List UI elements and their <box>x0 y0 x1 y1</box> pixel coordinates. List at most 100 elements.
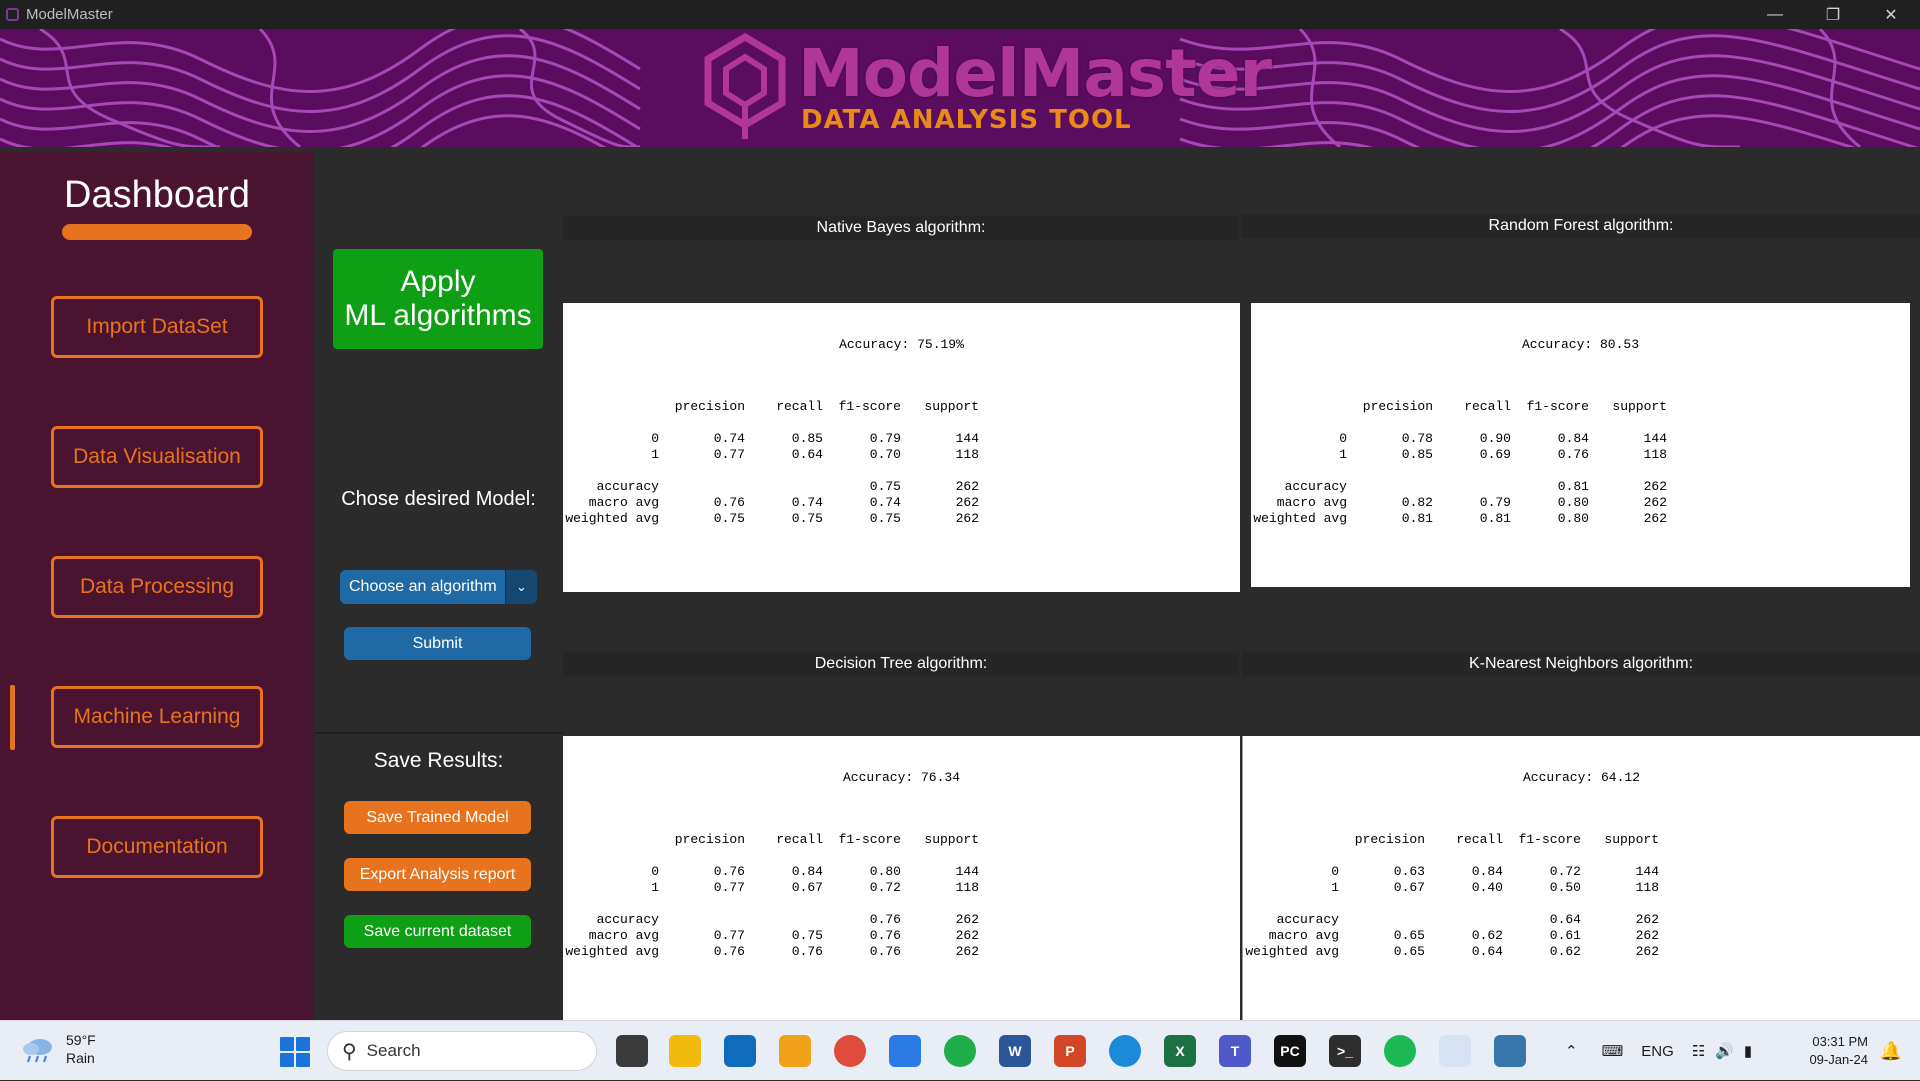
sidebar-title-underline <box>62 224 252 240</box>
python-app-icon[interactable] <box>1439 1035 1471 1067</box>
table-cell: macro avg <box>1268 927 1339 943</box>
whatsapp-icon[interactable] <box>944 1035 976 1067</box>
pycharm-icon[interactable]: PC <box>1274 1035 1306 1067</box>
close-button[interactable]: ✕ <box>1862 0 1920 29</box>
table-cell: recall <box>776 831 823 847</box>
table-cell: 0.75 <box>869 478 901 494</box>
table-cell: 0.64 <box>791 446 823 462</box>
table-cell: 0 <box>1331 863 1339 879</box>
table-row: macro avg 0.65 0.62 0.61 262 <box>1245 927 1659 943</box>
table-cell: macro avg <box>1276 494 1347 510</box>
excel-icon[interactable]: X <box>1164 1035 1196 1067</box>
apply-label-line2: ML algorithms <box>344 299 532 332</box>
sidebar-item-machine-learning[interactable]: Machine Learning <box>51 686 263 748</box>
windows-start-icon[interactable] <box>280 1037 310 1067</box>
table-cell: 0.82 <box>1401 494 1433 510</box>
taskbar-search[interactable]: ⚲ Search <box>327 1031 597 1071</box>
table-header-row: precision recall f1-score support <box>565 831 979 847</box>
table-cell: accuracy <box>1284 478 1347 494</box>
notepad-icon[interactable] <box>889 1035 921 1067</box>
notification-bell-icon[interactable]: 🔔 <box>1880 1041 1902 1062</box>
sidebar-item-data-processing[interactable]: Data Processing <box>51 556 263 618</box>
table-cell: accuracy <box>1276 911 1339 927</box>
maximize-button[interactable]: ❐ <box>1804 0 1862 29</box>
table-cell <box>659 478 745 494</box>
sidebar-item-data-visualisation[interactable]: Data Visualisation <box>51 426 263 488</box>
report-accuracy: Accuracy: 76.34 <box>842 770 961 785</box>
microsoft-store-icon[interactable] <box>724 1035 756 1067</box>
table-row: macro avg 0.82 0.79 0.80 262 <box>1253 494 1667 510</box>
export-analysis-report-button[interactable]: Export Analysis report <box>344 858 531 891</box>
header-banner: ModelMaster DATA ANALYSIS TOOL <box>0 29 1920 147</box>
spotify-icon[interactable] <box>1384 1035 1416 1067</box>
chevron-up-icon[interactable]: ⌃ <box>1565 1042 1578 1060</box>
active-nav-indicator <box>10 685 15 750</box>
table-cell: 0.72 <box>869 879 901 895</box>
file-explorer-icon[interactable] <box>669 1035 701 1067</box>
table-cell: 0 <box>1339 430 1347 446</box>
minimize-button[interactable]: — <box>1746 0 1804 29</box>
table-cell: 0.64 <box>1549 911 1581 927</box>
python-icon[interactable] <box>1494 1035 1526 1067</box>
teams-icon[interactable]: T <box>1219 1035 1251 1067</box>
table-header-row: precision recall f1-score support <box>1253 398 1667 414</box>
battery-icon[interactable]: ▮ <box>1744 1042 1752 1060</box>
table-row: 1 0.67 0.40 0.50 118 <box>1245 879 1659 895</box>
volume-icon[interactable]: 🔊 <box>1715 1042 1734 1060</box>
table-cell: weighted avg <box>1253 510 1347 526</box>
brand-title: ModelMaster <box>798 35 1272 112</box>
clock-time: 03:31 PM <box>1812 1034 1868 1049</box>
table-cell <box>565 398 659 414</box>
app-icon <box>6 8 19 21</box>
table-cell: 0.80 <box>1557 494 1589 510</box>
table-cell: 0.67 <box>1393 879 1425 895</box>
wifi-icon[interactable]: ☷ <box>1692 1042 1705 1060</box>
language-indicator[interactable]: ENG <box>1641 1043 1674 1060</box>
keyboard-icon[interactable]: ⌨ <box>1602 1042 1624 1060</box>
weather-widget[interactable]: 59°F Rain <box>20 1031 96 1067</box>
terminal-icon[interactable]: >_ <box>1329 1035 1361 1067</box>
table-cell <box>659 911 745 927</box>
submit-button[interactable]: Submit <box>344 627 531 660</box>
table-cell: precision <box>1354 831 1425 847</box>
table-cell: 0.76 <box>713 494 745 510</box>
sidebar-item-documentation[interactable]: Documentation <box>51 816 263 878</box>
table-cell: f1-score <box>1526 398 1589 414</box>
chrome-icon[interactable] <box>834 1035 866 1067</box>
table-cell: 262 <box>1635 927 1659 943</box>
sidebar-item-import-dataset[interactable]: Import DataSet <box>51 296 263 358</box>
apply-label-line1: Apply <box>400 265 476 298</box>
edge-icon[interactable] <box>1109 1035 1141 1067</box>
save-current-dataset-button[interactable]: Save current dataset <box>344 915 531 948</box>
table-cell: 0.50 <box>1549 879 1581 895</box>
table-cell: 0.80 <box>869 863 901 879</box>
table-cell <box>1245 831 1339 847</box>
table-cell: 0.84 <box>1471 863 1503 879</box>
word-icon[interactable]: W <box>999 1035 1031 1067</box>
table-cell: accuracy <box>596 911 659 927</box>
table-cell: precision <box>1362 398 1433 414</box>
system-tray: ⌃ ⌨ ENG ☷ 🔊 ▮ <box>1565 1021 1752 1081</box>
table-cell: 262 <box>1635 911 1659 927</box>
hexagon-logo-icon <box>704 32 786 139</box>
table-cell: 144 <box>1635 863 1659 879</box>
table-cell: 144 <box>955 430 979 446</box>
table-cell <box>1433 478 1511 494</box>
task-view-icon[interactable] <box>616 1035 648 1067</box>
table-cell: 0.76 <box>713 943 745 959</box>
powerpoint-icon[interactable]: P <box>1054 1035 1086 1067</box>
algorithm-select[interactable]: Choose an algorithm ⌄ <box>340 570 537 604</box>
table-cell: 0.76 <box>1557 446 1589 462</box>
table-row: weighted avg 0.81 0.81 0.80 262 <box>1253 510 1667 526</box>
save-trained-model-button[interactable]: Save Trained Model <box>344 801 531 834</box>
decision-tree-report: Accuracy: 76.34 precision recall f1-scor… <box>563 736 1240 1020</box>
snipping-icon[interactable] <box>779 1035 811 1067</box>
apply-ml-algorithms-button[interactable]: Apply ML algorithms <box>333 249 543 349</box>
chevron-down-icon[interactable]: ⌄ <box>505 570 537 604</box>
taskbar-clock[interactable]: 03:31 PM 09-Jan-24 <box>1809 1033 1868 1069</box>
table-cell: 0.40 <box>1471 879 1503 895</box>
table-cell: macro avg <box>588 927 659 943</box>
table-row: macro avg 0.76 0.74 0.74 262 <box>565 494 979 510</box>
table-cell: 0.81 <box>1401 510 1433 526</box>
table-cell: f1-score <box>1518 831 1581 847</box>
